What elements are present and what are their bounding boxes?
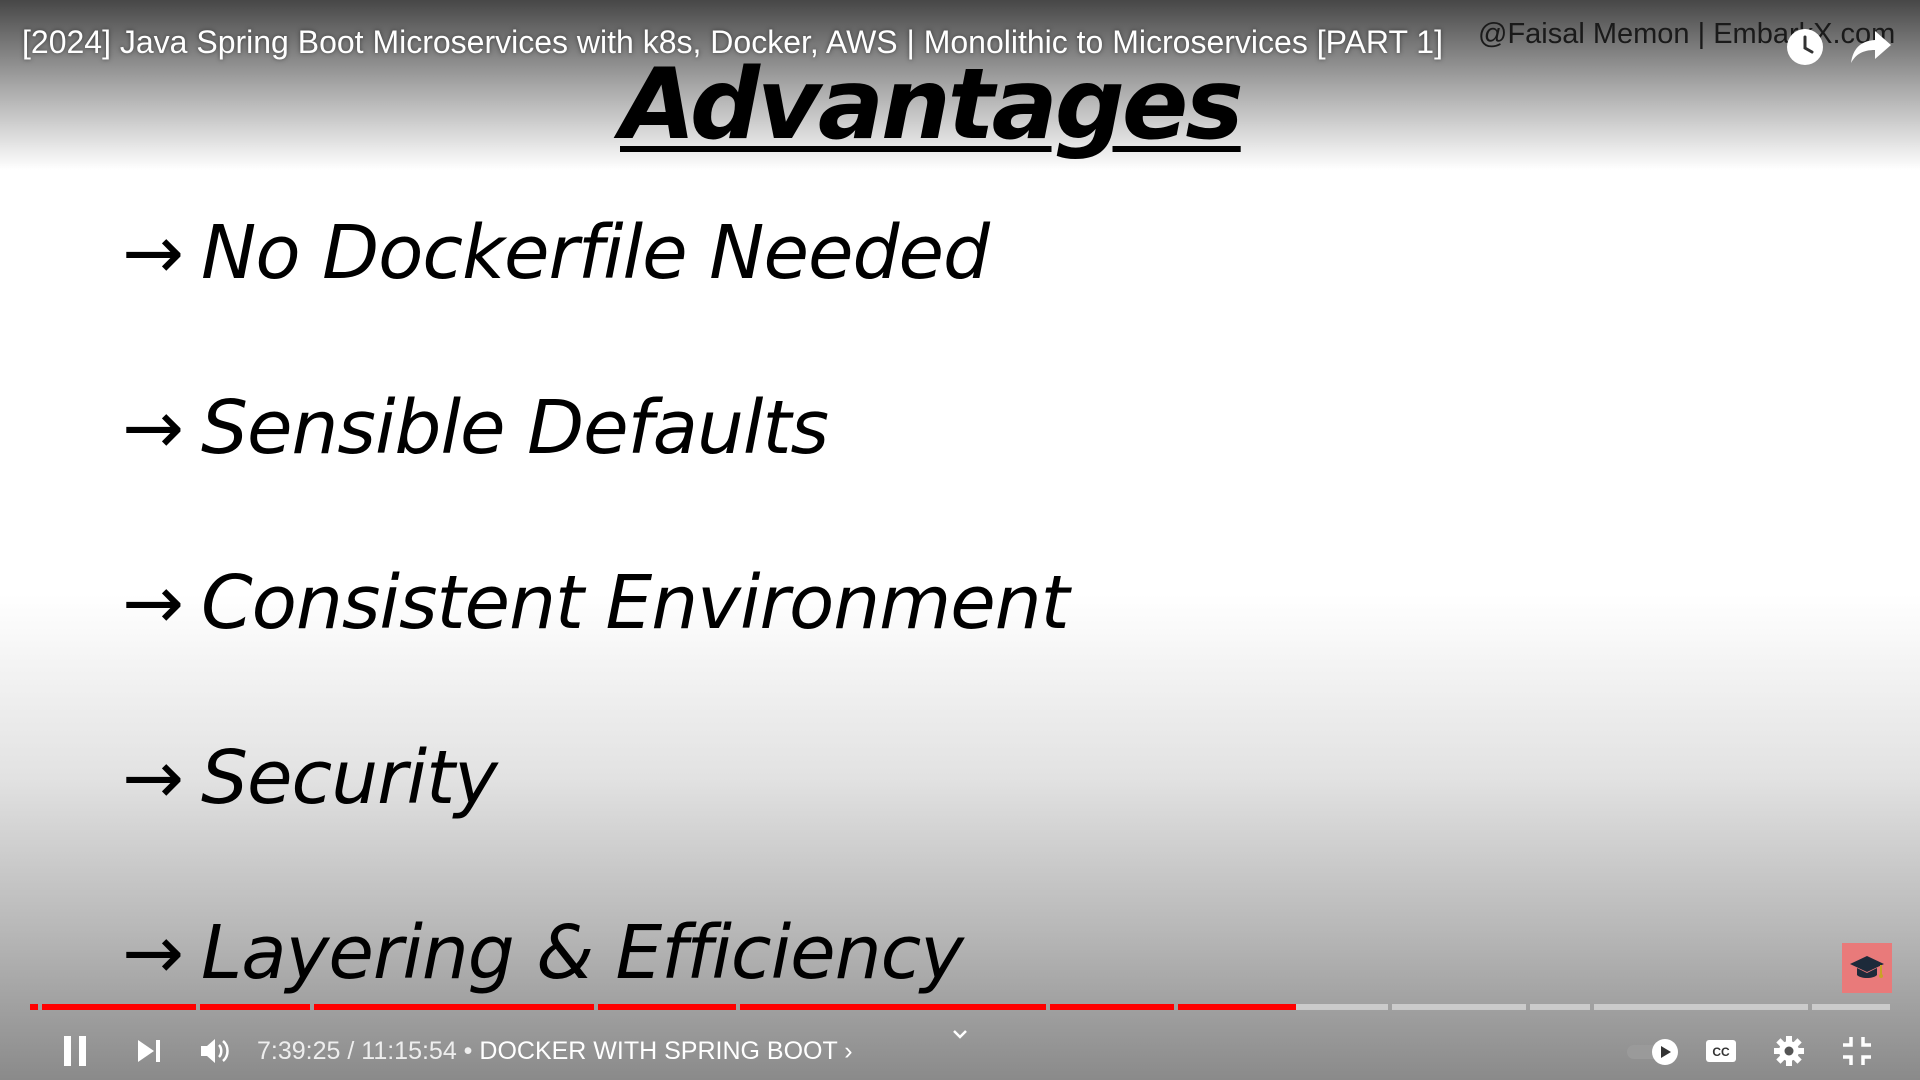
arrow-icon: →	[122, 385, 184, 471]
autoplay-toggle-icon	[1627, 1039, 1678, 1065]
bullet-item: → Layering & Efficiency	[122, 910, 964, 996]
pause-icon	[64, 1036, 86, 1066]
chapter-segment[interactable]	[1812, 1004, 1890, 1010]
chapter-segment[interactable]	[740, 1004, 1046, 1010]
watch-later-icon	[1787, 29, 1823, 65]
volume-icon	[201, 1039, 229, 1063]
chapter-segment-current[interactable]	[1178, 1004, 1388, 1010]
bullet-item: → Sensible Defaults	[122, 385, 829, 471]
chapter-segment[interactable]	[1530, 1004, 1590, 1010]
current-time: 7:39:25	[257, 1037, 341, 1065]
channel-watermark: @Faisal Memon | EmbarkX.com	[1478, 18, 1896, 50]
chapter-chevron-icon: ›	[844, 1037, 853, 1065]
chapter-segment[interactable]	[30, 1004, 38, 1010]
bullet-item: → Security	[122, 735, 498, 821]
autoplay-toggle[interactable]	[1624, 1028, 1682, 1074]
share-button[interactable]	[1848, 24, 1894, 70]
chapter-segment[interactable]	[314, 1004, 594, 1010]
bullet-text: Security	[201, 735, 498, 821]
svg-text:CC: CC	[1712, 1045, 1730, 1059]
chapter-segment[interactable]	[1594, 1004, 1808, 1010]
exit-fullscreen-icon	[1843, 1037, 1871, 1065]
chapter-separator: •	[456, 1037, 480, 1065]
chapter-segment[interactable]	[598, 1004, 736, 1010]
slide-title: Advantages	[620, 48, 1244, 162]
player-controls: 7:39:25 / 11:15:54 • DOCKER WITH SPRING …	[0, 1020, 1920, 1080]
bullet-text: Consistent Environment	[201, 560, 1070, 646]
time-display[interactable]: 7:39:25 / 11:15:54 • DOCKER WITH SPRING …	[257, 1037, 853, 1066]
exit-fullscreen-button[interactable]	[1834, 1028, 1880, 1074]
bullet-text: No Dockerfile Needed	[201, 210, 990, 296]
next-icon	[138, 1040, 160, 1062]
graduation-cap-icon	[1850, 956, 1884, 978]
next-button[interactable]	[126, 1028, 172, 1074]
chapter-segment[interactable]	[1392, 1004, 1526, 1010]
chapter-segment[interactable]	[200, 1004, 310, 1010]
arrow-icon: →	[122, 910, 184, 996]
pause-button[interactable]	[52, 1028, 98, 1074]
bullet-item: → No Dockerfile Needed	[122, 210, 990, 296]
time-separator: /	[340, 1037, 362, 1065]
video-title[interactable]: [2024] Java Spring Boot Microservices wi…	[22, 24, 1443, 61]
chapter-title[interactable]: DOCKER WITH SPRING BOOT	[479, 1037, 837, 1065]
bullet-text: Sensible Defaults	[201, 385, 829, 471]
chapter-segment[interactable]	[42, 1004, 196, 1010]
progress-bar[interactable]	[30, 1004, 1890, 1010]
volume-button[interactable]	[192, 1028, 238, 1074]
duration: 11:15:54	[361, 1037, 457, 1065]
settings-icon	[1774, 1036, 1804, 1066]
watch-later-button[interactable]	[1782, 24, 1828, 70]
share-icon	[1851, 31, 1891, 63]
captions-button[interactable]: CC	[1698, 1028, 1744, 1074]
chapter-segment[interactable]	[1050, 1004, 1174, 1010]
settings-button[interactable]	[1766, 1028, 1812, 1074]
bullet-text: Layering & Efficiency	[201, 910, 964, 996]
course-badge[interactable]	[1842, 943, 1892, 993]
video-frame[interactable]: Advantages → No Dockerfile Needed → Sensib…	[0, 0, 1920, 1080]
arrow-icon: →	[122, 735, 184, 821]
arrow-icon: →	[122, 210, 184, 296]
arrow-icon: →	[122, 560, 184, 646]
bullet-item: → Consistent Environment	[122, 560, 1070, 646]
captions-icon: CC	[1706, 1040, 1736, 1062]
